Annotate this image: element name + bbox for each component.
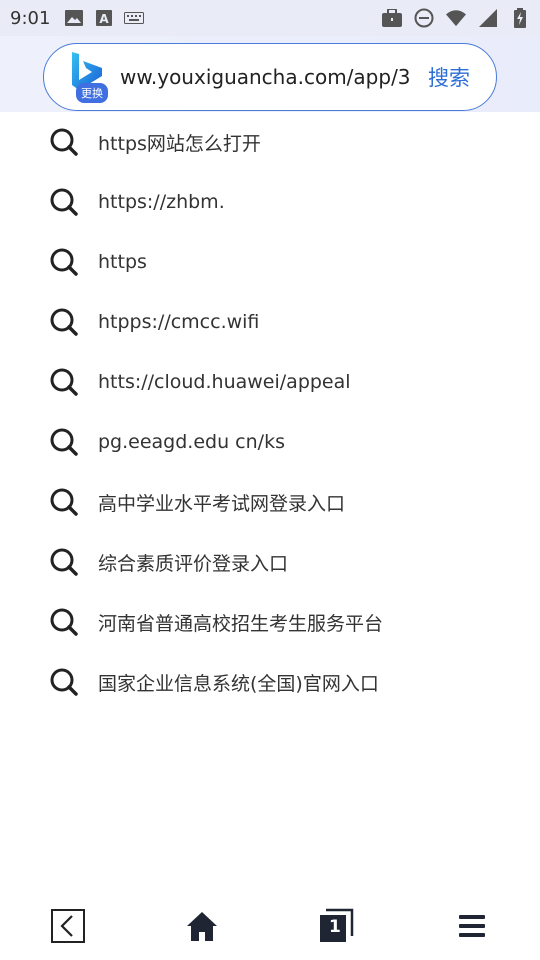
menu-icon — [459, 915, 485, 937]
menu-button[interactable] — [454, 908, 490, 944]
suggestion-item[interactable]: pg.eeagd.edu cn/ks — [0, 412, 540, 472]
battery-charging-icon — [510, 8, 530, 28]
search-icon — [50, 308, 78, 336]
search-icon — [50, 608, 78, 636]
status-time: 9:01 — [10, 7, 51, 29]
search-button[interactable]: 搜索 — [428, 62, 470, 92]
suggestion-label: htts://cloud.huawei/appeal — [98, 371, 351, 393]
back-icon — [51, 909, 85, 943]
search-icon — [50, 128, 78, 156]
signal-icon — [478, 8, 498, 28]
suggestion-item[interactable]: 综合素质评价登录入口 — [0, 532, 540, 592]
search-area: 更换 ww.youxiguancha.com/app/3 搜索 — [0, 36, 540, 112]
wifi-icon — [446, 8, 466, 28]
suggestion-item[interactable]: htpps://cmcc.wifi — [0, 292, 540, 352]
tab-count: 1 — [329, 917, 341, 937]
search-icon — [50, 368, 78, 396]
back-button[interactable] — [50, 908, 86, 944]
search-icon — [50, 548, 78, 576]
search-box[interactable]: 更换 ww.youxiguancha.com/app/3 搜索 — [43, 43, 497, 111]
do-not-disturb-icon — [414, 8, 434, 28]
suggestion-label: 综合素质评价登录入口 — [98, 552, 289, 575]
suggestion-item[interactable]: https://zhbm. — [0, 172, 540, 232]
search-icon — [50, 428, 78, 456]
suggestion-label: https — [98, 251, 147, 273]
suggestion-label: 河南省普通高校招生考生服务平台 — [98, 612, 384, 635]
engine-switch-badge[interactable]: 更换 — [76, 83, 108, 103]
svg-text:A: A — [100, 12, 110, 26]
suggestion-item[interactable]: 国家企业信息系统(全国)官网入口 — [0, 652, 540, 712]
search-engine-switcher[interactable]: 更换 — [62, 48, 120, 106]
search-icon — [50, 188, 78, 216]
status-bar: 9:01 A — [0, 0, 540, 36]
bottom-nav: 1 — [0, 890, 540, 960]
image-icon — [64, 8, 84, 28]
search-icon — [50, 248, 78, 276]
suggestion-item[interactable]: https网站怎么打开 — [0, 112, 540, 172]
suggestion-item[interactable]: https — [0, 232, 540, 292]
suggestion-list: https网站怎么打开 https://zhbm. https htpps://… — [0, 112, 540, 712]
url-input[interactable]: ww.youxiguancha.com/app/3 — [120, 65, 426, 89]
suggestion-item[interactable]: htts://cloud.huawei/appeal — [0, 352, 540, 412]
font-icon: A — [94, 8, 114, 28]
search-icon — [50, 668, 78, 696]
suggestion-label: pg.eeagd.edu cn/ks — [98, 431, 285, 453]
home-button[interactable] — [184, 908, 220, 944]
suggestion-label: 国家企业信息系统(全国)官网入口 — [98, 672, 379, 695]
suggestion-label: https网站怎么打开 — [98, 132, 261, 155]
home-icon — [187, 912, 217, 941]
suggestion-label: 高中学业水平考试网登录入口 — [98, 492, 346, 515]
search-icon — [50, 488, 78, 516]
briefcase-icon — [382, 8, 402, 28]
keyboard-icon — [124, 8, 145, 28]
tabs-button[interactable]: 1 — [318, 908, 354, 944]
suggestion-item[interactable]: 河南省普通高校招生考生服务平台 — [0, 592, 540, 652]
suggestion-label: htpps://cmcc.wifi — [98, 311, 260, 333]
suggestion-label: https://zhbm. — [98, 191, 225, 213]
suggestion-item[interactable]: 高中学业水平考试网登录入口 — [0, 472, 540, 532]
